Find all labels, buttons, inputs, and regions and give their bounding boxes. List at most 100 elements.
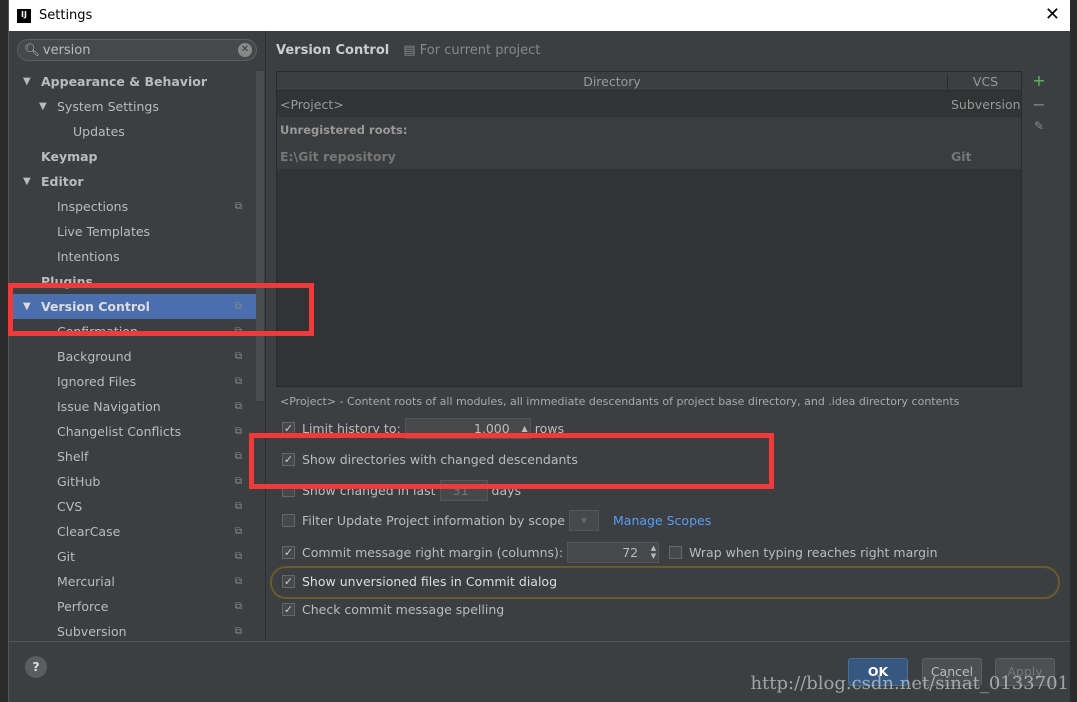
- window-title: Settings: [39, 8, 93, 23]
- commit-margin-checkbox[interactable]: ✓: [282, 546, 295, 559]
- sidebar-item-label: System Settings: [57, 99, 159, 114]
- scope-dropdown[interactable]: ▼: [569, 510, 599, 531]
- sidebar-item-label: Issue Navigation: [57, 399, 161, 414]
- search-input[interactable]: [42, 42, 243, 58]
- filter-scope-checkbox[interactable]: [282, 514, 295, 527]
- intellij-logo-icon: IJ: [17, 8, 31, 23]
- sidebar-item-label: Shelf: [57, 449, 89, 464]
- sidebar-item-label: CVS: [57, 499, 83, 514]
- scope-label: ▤ For current project: [403, 43, 541, 58]
- sidebar-item[interactable]: Intentions: [9, 244, 256, 269]
- watermark: http://blog.csdn.net/sinat_0133701: [750, 673, 1069, 694]
- project-scope-icon: ⧉: [234, 526, 242, 537]
- table-row[interactable]: Unregistered roots:: [277, 117, 1021, 143]
- sidebar-item[interactable]: Issue Navigation ⧉: [9, 394, 256, 419]
- sidebar-item[interactable]: ▼ System Settings: [9, 94, 256, 119]
- sidebar-item-label: Perforce: [57, 599, 109, 614]
- label: Filter Update Project information by sco…: [302, 513, 565, 528]
- sidebar-item-label: Inspections: [57, 199, 129, 214]
- table-row[interactable]: <Project> Subversion: [277, 91, 1021, 117]
- spelling-option: ✓ Check commit message spelling: [282, 602, 504, 617]
- manage-scopes-link[interactable]: Manage Scopes: [613, 513, 711, 528]
- expand-arrow-icon[interactable]: ▼: [23, 76, 31, 87]
- sidebar-item[interactable]: GitHub ⧉: [9, 469, 256, 494]
- project-scope-icon: ⧉: [234, 601, 242, 612]
- page-title: Version Control: [276, 43, 390, 58]
- sidebar-item-label: Live Templates: [57, 224, 151, 239]
- unversioned-option: ✓ Show unversioned files in Commit dialo…: [282, 574, 557, 589]
- table-toolbar: + − ✎: [1026, 71, 1052, 387]
- sidebar-item-label: Editor: [41, 174, 84, 189]
- sidebar-item[interactable]: Keymap: [9, 144, 256, 169]
- sidebar-item[interactable]: Subversion ⧉: [9, 619, 256, 641]
- sidebar-item[interactable]: Updates: [9, 119, 256, 144]
- project-scope-icon: ⧉: [234, 551, 242, 562]
- table-row[interactable]: E:\Git repository Git: [277, 143, 1021, 169]
- project-scope-icon: ⧉: [234, 576, 242, 587]
- sidebar-item[interactable]: Ignored Files ⧉: [9, 369, 256, 394]
- sidebar-item[interactable]: Inspections ⧉: [9, 194, 256, 219]
- project-scope-icon: ⧉: [234, 401, 242, 412]
- sidebar-item[interactable]: Live Templates: [9, 219, 256, 244]
- expand-arrow-icon[interactable]: ▼: [39, 101, 47, 112]
- clear-search-icon[interactable]: ✕: [238, 43, 252, 57]
- expand-arrow-icon[interactable]: ▼: [23, 176, 31, 187]
- unversioned-checkbox[interactable]: ✓: [282, 575, 295, 588]
- wrap-checkbox[interactable]: [669, 546, 683, 559]
- filter-scope-option: Filter Update Project information by sco…: [282, 510, 711, 531]
- sidebar-item-label: Intentions: [57, 249, 120, 264]
- cell-vcs: Subversion: [951, 97, 1021, 112]
- vcs-mappings-table: Directory VCS <Project> Subversion Unregi…: [276, 71, 1022, 387]
- add-icon[interactable]: +: [1026, 71, 1052, 95]
- cell-directory: <Project>: [280, 97, 344, 112]
- sidebar-item-label: Git: [57, 549, 76, 564]
- annotation-box: [8, 283, 314, 336]
- edit-icon[interactable]: ✎: [1026, 119, 1052, 143]
- column-directory[interactable]: Directory: [277, 74, 947, 89]
- project-scope-icon: ⧉: [234, 201, 242, 212]
- remove-icon[interactable]: −: [1026, 95, 1052, 119]
- sidebar-item[interactable]: ▼ Editor: [9, 169, 256, 194]
- table-header: Directory VCS: [277, 72, 1021, 93]
- sidebar-item[interactable]: Perforce ⧉: [9, 594, 256, 619]
- project-scope-icon: ⧉: [234, 501, 242, 512]
- help-button[interactable]: ?: [25, 656, 47, 678]
- project-scope-icon: ⧉: [234, 626, 242, 637]
- label: Wrap when typing reaches right margin: [689, 545, 938, 560]
- search-box[interactable]: 🔍︎ ✕: [17, 39, 257, 61]
- sidebar-item-label: Subversion: [57, 624, 127, 639]
- sidebar-item[interactable]: Changelist Conflicts ⧉: [9, 419, 256, 444]
- label: Commit message right margin (columns):: [302, 545, 564, 560]
- spelling-checkbox[interactable]: ✓: [282, 603, 295, 616]
- settings-dialog: IJ Settings ✕ 🔍︎ ✕ ▼ Appearance & Behavio…: [8, 0, 1070, 702]
- sidebar-item-label: Updates: [73, 124, 125, 139]
- cell-directory: Unregistered roots:: [280, 123, 408, 137]
- sidebar-item-label: Ignored Files: [57, 374, 137, 389]
- sidebar-item[interactable]: Mercurial ⧉: [9, 569, 256, 594]
- project-scope-icon: ⧉: [234, 451, 242, 462]
- sidebar-item-label: Mercurial: [57, 574, 115, 589]
- page-header: Version Control ▤ For current project: [276, 43, 540, 58]
- sidebar-item[interactable]: Background ⧉: [9, 344, 256, 369]
- spinner-icon: ▲ ▼: [650, 544, 657, 560]
- label: Show unversioned files in Commit dialog: [302, 574, 558, 589]
- sidebar-item-label: Background: [57, 349, 132, 364]
- cell-directory: E:\Git repository: [280, 149, 396, 164]
- sidebar-item[interactable]: CVS ⧉: [9, 494, 256, 519]
- label: Check commit message spelling: [302, 602, 505, 617]
- sidebar-item[interactable]: Shelf ⧉: [9, 444, 256, 469]
- sidebar-item-label: ClearCase: [57, 524, 121, 539]
- sidebar-item[interactable]: Git ⧉: [9, 544, 256, 569]
- project-scope-icon: ⧉: [234, 476, 242, 487]
- commit-margin-field[interactable]: 72 ▲ ▼: [567, 542, 660, 563]
- sidebar-item[interactable]: ▼ Appearance & Behavior: [9, 69, 256, 94]
- sidebar-scrollbar[interactable]: [256, 71, 264, 401]
- commit-margin-option: ✓ Commit message right margin (columns):…: [282, 542, 938, 563]
- sidebar-item-label: Changelist Conflicts: [57, 424, 182, 439]
- sidebar-item[interactable]: ClearCase ⧉: [9, 519, 256, 544]
- project-scope-icon: ⧉: [234, 376, 242, 387]
- search-icon: 🔍︎: [24, 42, 40, 57]
- settings-tree: ▼ Appearance & Behavior ▼ System Settings Up…: [9, 69, 256, 641]
- close-icon[interactable]: ✕: [1045, 4, 1060, 25]
- annotation-box: [249, 433, 774, 489]
